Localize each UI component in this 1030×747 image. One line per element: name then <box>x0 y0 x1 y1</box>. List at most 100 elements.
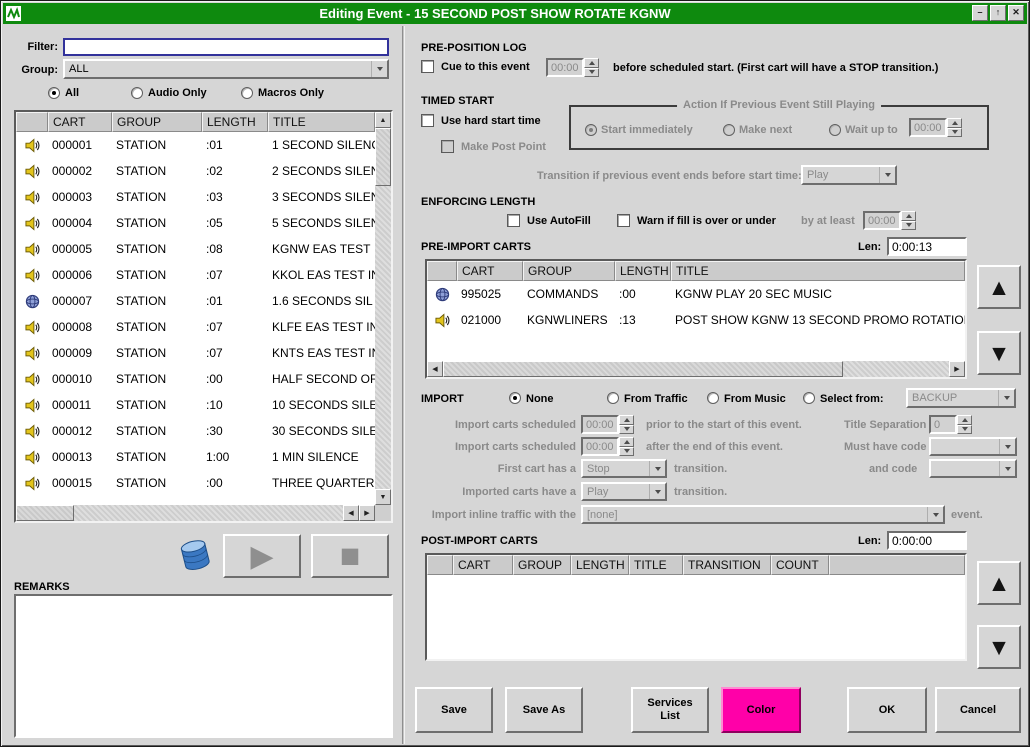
group-column-header[interactable]: GROUP <box>112 112 202 132</box>
post-import-move-down-button[interactable]: ▼ <box>977 625 1021 669</box>
horizontal-scrollbar[interactable]: ◀ ▶ <box>427 361 965 377</box>
warn-fill-checkbox[interactable] <box>617 214 630 227</box>
scroll-right-icon[interactable]: ▶ <box>359 505 375 521</box>
scroll-right-icon[interactable]: ▶ <box>949 361 965 377</box>
group-select[interactable]: ALL <box>63 59 389 79</box>
scrollbar-trough[interactable] <box>443 361 949 377</box>
post-import-table-header: CART GROUP LENGTH TITLE TRANSITION COUNT <box>427 555 965 575</box>
previous-event-groupbox: Action If Previous Event Still Playing S… <box>569 105 989 150</box>
scrollbar-trough[interactable] <box>375 128 391 489</box>
post-import-table: CART GROUP LENGTH TITLE TRANSITION COUNT <box>425 553 967 661</box>
cart-row[interactable]: 000012 STATION :30 30 SECONDS SILE <box>16 418 375 444</box>
spin-down-icon <box>947 128 962 138</box>
horizontal-scrollbar[interactable]: ◀ ▶ <box>16 505 375 521</box>
title-column-header[interactable]: TITLE <box>671 261 965 281</box>
scroll-left-icon[interactable]: ◀ <box>427 361 443 377</box>
length-column-header[interactable]: LENGTH <box>571 555 629 575</box>
scroll-down-icon[interactable]: ▼ <box>375 489 391 505</box>
cart-row[interactable]: 000008 STATION :07 KLFE EAS TEST IN <box>16 314 375 340</box>
icon-column-header[interactable] <box>16 112 48 132</box>
icon-column-header[interactable] <box>427 555 453 575</box>
cart-length: :00 <box>615 287 671 301</box>
services-list-button[interactable]: Services List <box>631 687 709 733</box>
post-import-move-up-button[interactable]: ▲ <box>977 561 1021 605</box>
pre-import-row[interactable]: 021000 KGNWLINERS :13 POST SHOW KGNW 13 … <box>427 307 965 333</box>
import-none-label: None <box>526 393 554 405</box>
app-icon <box>6 6 21 21</box>
cart-row[interactable]: 000006 STATION :07 KKOL EAS TEST IN <box>16 262 375 288</box>
cart-column-header[interactable]: CART <box>453 555 513 575</box>
maximize-icon[interactable]: ↑ <box>990 5 1006 21</box>
services-list-button-line1: Services <box>647 697 692 710</box>
cart-row[interactable]: 000005 STATION :08 KGNW EAS TEST <box>16 236 375 262</box>
close-icon[interactable]: ✕ <box>1008 5 1024 21</box>
vertical-scrollbar[interactable]: ▲ ▼ <box>375 112 391 505</box>
import-music-radio[interactable] <box>707 392 719 404</box>
cart-row[interactable]: 000001 STATION :01 1 SECOND SILENC <box>16 132 375 158</box>
cart-row[interactable]: 000009 STATION :07 KNTS EAS TEST IN <box>16 340 375 366</box>
group-value: ALL <box>65 61 371 77</box>
cart-row[interactable]: 000007 STATION :01 1.6 SECONDS SIL <box>16 288 375 314</box>
scrollbar-thumb[interactable] <box>443 361 843 377</box>
cart-row[interactable]: 000003 STATION :03 3 SECONDS SILEN <box>16 184 375 210</box>
import-none-radio[interactable] <box>509 392 521 404</box>
cart-row[interactable]: 000010 STATION :00 HALF SECOND OF <box>16 366 375 392</box>
spin-up-icon <box>957 415 972 425</box>
scrollbar-thumb[interactable] <box>16 505 74 521</box>
scrollbar-trough[interactable] <box>16 505 343 521</box>
ok-button-label: OK <box>879 704 896 717</box>
ok-button[interactable]: OK <box>847 687 927 733</box>
spin-down-icon <box>901 221 916 231</box>
cart-row[interactable]: 000011 STATION :10 10 SECONDS SILE <box>16 392 375 418</box>
speaker-icon <box>427 313 457 328</box>
cancel-button[interactable]: Cancel <box>935 687 1021 733</box>
services-list-button-line2: List <box>660 710 680 723</box>
import-traffic-radio[interactable] <box>607 392 619 404</box>
speaker-icon <box>16 190 48 205</box>
cart-row[interactable]: 000015 STATION :00 THREE QUARTER <box>16 470 375 496</box>
save-button[interactable]: Save <box>415 687 493 733</box>
save-as-button[interactable]: Save As <box>505 687 583 733</box>
radio-macros-only[interactable] <box>241 87 253 99</box>
stop-button[interactable]: ■ <box>311 534 389 578</box>
play-button[interactable]: ▶ <box>223 534 301 578</box>
scroll-left-icon[interactable]: ◀ <box>343 505 359 521</box>
stop-icon: ■ <box>340 537 361 576</box>
window-title: Editing Event - 15 SECOND POST SHOW ROTA… <box>33 6 957 21</box>
cart-row[interactable]: 000004 STATION :05 5 SECONDS SILEN <box>16 210 375 236</box>
cart-group: STATION <box>112 398 202 412</box>
use-autofill-checkbox[interactable] <box>507 214 520 227</box>
transition-column-header[interactable]: TRANSITION <box>683 555 771 575</box>
title-column-header[interactable]: TITLE <box>629 555 683 575</box>
import-select-from-radio[interactable] <box>803 392 815 404</box>
length-column-header[interactable]: LENGTH <box>615 261 671 281</box>
count-column-header[interactable]: COUNT <box>771 555 829 575</box>
length-column-header[interactable]: LENGTH <box>202 112 268 132</box>
pre-import-move-up-button[interactable]: ▲ <box>977 265 1021 309</box>
cart-number: 000007 <box>48 294 112 308</box>
cart-row[interactable]: 000013 STATION 1:00 1 MIN SILENCE <box>16 444 375 470</box>
timed-start-header: TIMED START <box>421 95 494 107</box>
hard-start-checkbox[interactable] <box>421 114 434 127</box>
scroll-up-icon[interactable]: ▲ <box>375 112 391 128</box>
title-separation-spinbox: 0 <box>929 415 972 434</box>
cart-column-header[interactable]: CART <box>457 261 523 281</box>
group-column-header[interactable]: GROUP <box>523 261 615 281</box>
minimize-icon[interactable]: – <box>972 5 988 21</box>
icon-column-header[interactable] <box>427 261 457 281</box>
pre-import-row[interactable]: 995025 COMMANDS :00 KGNW PLAY 20 SEC MUS… <box>427 281 965 307</box>
radio-all[interactable] <box>48 87 60 99</box>
cue-to-event-checkbox[interactable] <box>421 60 434 73</box>
cart-number: 000015 <box>48 476 112 490</box>
pre-import-move-down-button[interactable]: ▼ <box>977 331 1021 375</box>
cue-note-label: before scheduled start. (First cart will… <box>613 62 938 74</box>
scrollbar-thumb[interactable] <box>375 128 391 186</box>
filter-input[interactable] <box>63 38 389 56</box>
cart-column-header[interactable]: CART <box>48 112 112 132</box>
color-button[interactable]: Color <box>721 687 801 733</box>
title-column-header[interactable]: TITLE <box>268 112 375 132</box>
group-column-header[interactable]: GROUP <box>513 555 571 575</box>
radio-audio-only[interactable] <box>131 87 143 99</box>
remarks-input[interactable] <box>14 594 393 738</box>
cart-row[interactable]: 000002 STATION :02 2 SECONDS SILEN <box>16 158 375 184</box>
